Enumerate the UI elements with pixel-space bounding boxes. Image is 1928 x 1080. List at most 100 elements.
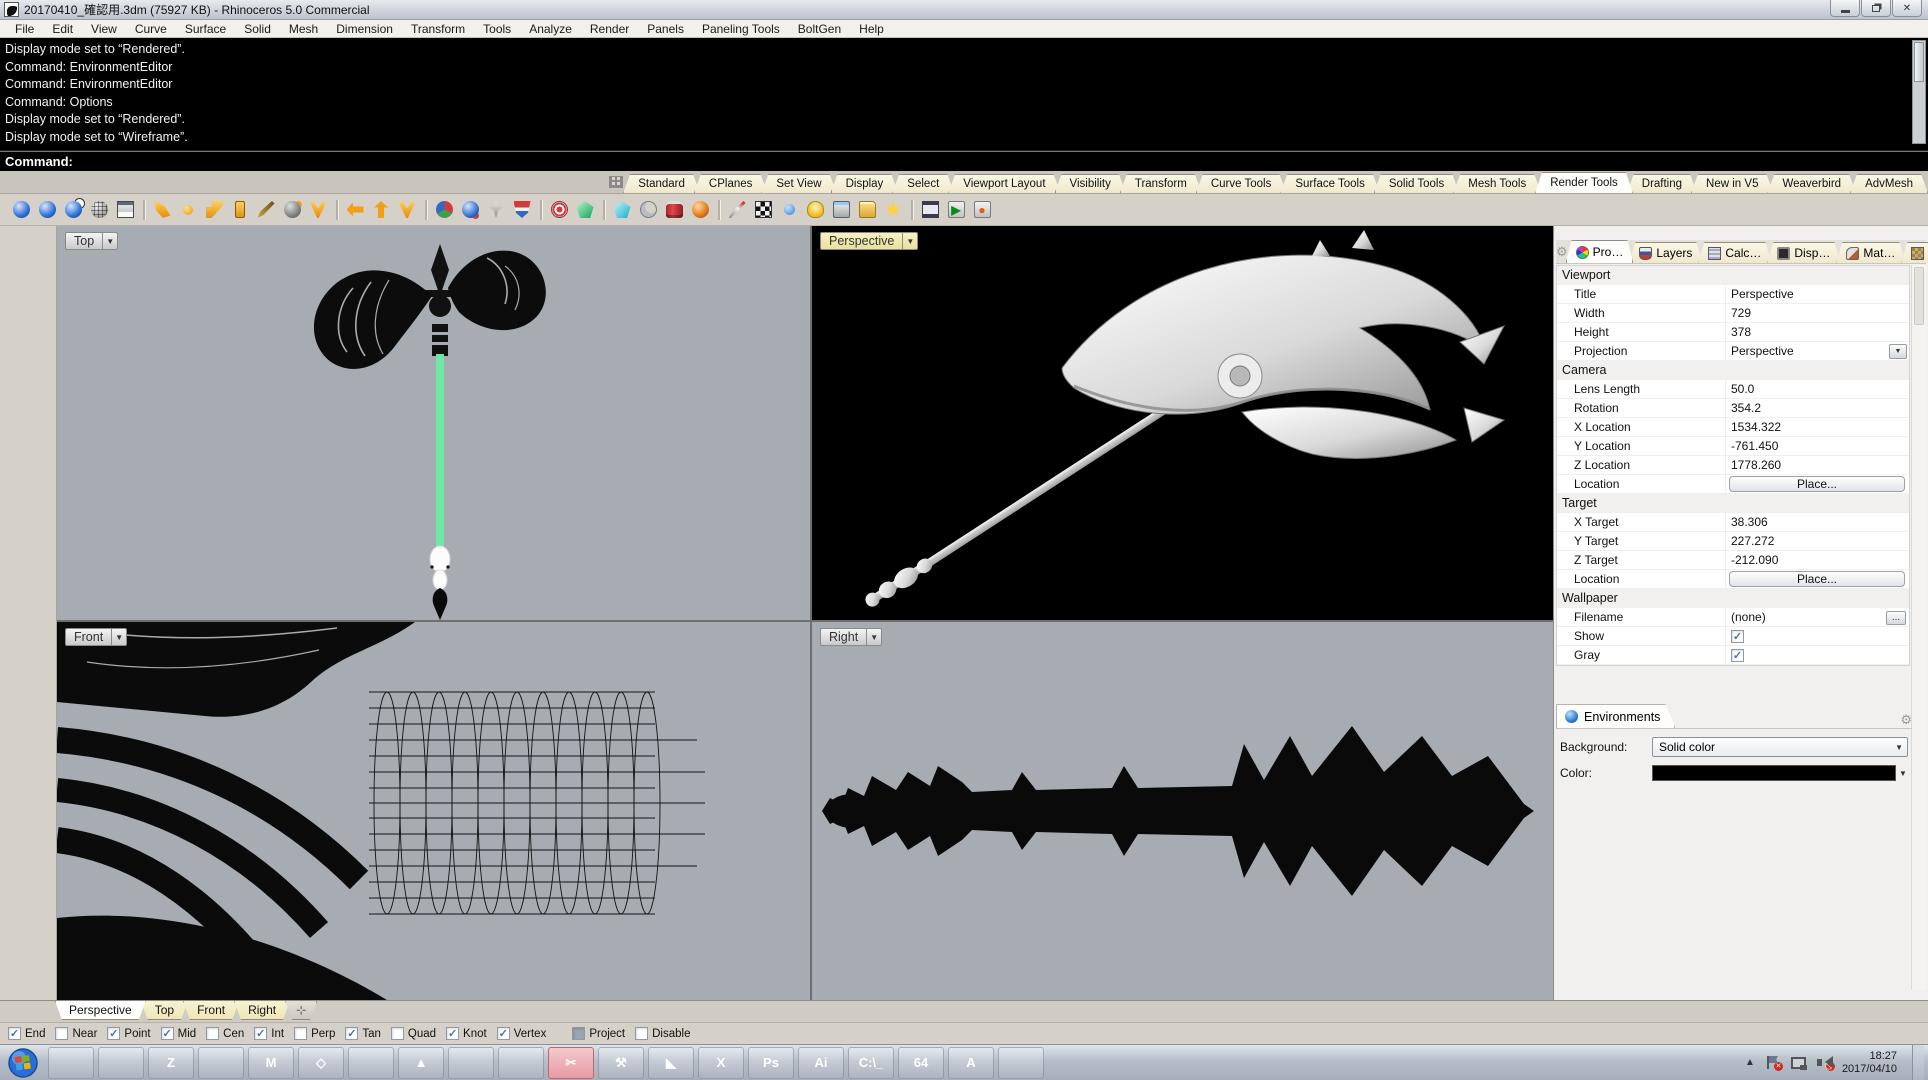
toolbar-tab[interactable]: CPlanes (694, 174, 767, 193)
separator[interactable] (140, 199, 147, 221)
render-settings-icon[interactable] (62, 199, 84, 221)
wireframe-sphere-icon[interactable] (88, 199, 110, 221)
acrobat-icon[interactable]: ▲ (398, 1047, 444, 1079)
sphere-2d-icon[interactable] (1, 427, 25, 448)
metasequoia-icon[interactable]: ✂ (548, 1047, 594, 1079)
rhino-icon[interactable] (198, 1047, 244, 1079)
cone-arrow-icon[interactable] (151, 199, 173, 221)
viewport-title-button[interactable]: Perspective (820, 232, 903, 250)
viewport-title-button[interactable]: Top (65, 232, 103, 250)
toolbar-tab[interactable]: Render Tools (1535, 172, 1633, 193)
toolbar-tab[interactable]: Weaverbird (1767, 174, 1856, 193)
helicopter-alt-icon[interactable] (1, 508, 25, 529)
menu-item[interactable]: Curve (126, 22, 176, 36)
render-preview-icon[interactable] (36, 199, 58, 221)
truck-icon[interactable] (1, 292, 25, 313)
osnap-toggle[interactable]: Quad (391, 1027, 436, 1040)
menu-item[interactable]: Dimension (327, 22, 402, 36)
menu-item[interactable]: Solid (235, 22, 280, 36)
rect-light-icon[interactable] (229, 199, 251, 221)
action-center-flag-icon[interactable]: ✕ (1764, 1055, 1781, 1070)
menu-item[interactable]: View (82, 22, 126, 36)
toolbar-tab[interactable]: Display (831, 174, 899, 193)
viewport-title-button[interactable]: Front (65, 628, 112, 646)
place-button[interactable]: Place... (1729, 476, 1905, 492)
material-sphere-icon[interactable] (459, 199, 481, 221)
command-history[interactable]: Display mode set to “Rendered”.Command: … (0, 38, 1928, 150)
zbrush-icon[interactable]: Z (148, 1047, 194, 1079)
osnap-checkbox[interactable] (635, 1027, 648, 1040)
property-value[interactable]: 227.272 (1726, 534, 1774, 548)
car-side-icon[interactable] (29, 346, 53, 367)
separator[interactable] (333, 199, 340, 221)
viewport-perspective[interactable]: Perspective ▼ (812, 226, 1553, 620)
panel-gear-icon[interactable]: ⚙ (1556, 244, 1568, 260)
osnap-toggle[interactable]: Mid (161, 1027, 197, 1040)
separator[interactable] (908, 199, 915, 221)
viewport-page-tab[interactable]: Top (141, 1001, 188, 1020)
paint-hand-icon[interactable] (1, 265, 25, 286)
property-checkbox[interactable] (1731, 649, 1744, 662)
restore-button[interactable] (1861, 0, 1891, 17)
separator[interactable] (715, 199, 722, 221)
osnap-checkbox[interactable] (345, 1027, 358, 1040)
viewport-top[interactable]: Top ▼ (57, 226, 810, 620)
orange-sphere-icon[interactable] (689, 199, 711, 221)
calculator-icon[interactable] (498, 1047, 544, 1079)
viewport-menu-arrow-icon[interactable]: ▼ (903, 232, 918, 250)
network-icon[interactable] (1790, 1055, 1807, 1070)
dropdown-arrow-icon[interactable]: ▼ (1889, 344, 1907, 359)
environments-gear-icon[interactable]: ⚙ (1900, 712, 1912, 728)
toolbar-tab[interactable]: Viewport Layout (948, 174, 1060, 193)
tray-expand-icon[interactable]: ▲ (1745, 1057, 1755, 1068)
tab-properties[interactable]: Pro… (1566, 240, 1634, 263)
save-icon[interactable] (29, 265, 53, 286)
separator[interactable] (537, 199, 544, 221)
viewport-page-tab[interactable]: Right (234, 1001, 290, 1020)
toolbar-tab[interactable]: Curve Tools (1196, 174, 1287, 193)
menu-item[interactable]: Edit (43, 22, 82, 36)
background-color-swatch[interactable] (1652, 765, 1896, 781)
zoom-extents-icon[interactable] (1, 589, 25, 610)
airplane-icon[interactable] (29, 454, 53, 475)
property-value[interactable]: 1778.260 (1726, 458, 1781, 472)
point-light-icon[interactable] (177, 199, 199, 221)
minimize-button[interactable] (1830, 0, 1860, 17)
panel-scrollbar[interactable] (1911, 265, 1926, 990)
toolbar-tab[interactable]: Transform (1120, 174, 1202, 193)
property-value[interactable]: Perspective (1726, 287, 1794, 301)
red-triangle-app-icon[interactable]: ◣ (648, 1047, 694, 1079)
command-history-scrollbar[interactable] (1912, 40, 1926, 144)
show-desktop-button[interactable] (1912, 1045, 1924, 1080)
unity-icon[interactable]: ◇ (298, 1047, 344, 1079)
osnap-toggle[interactable]: Knot (446, 1027, 487, 1040)
viewport-right[interactable]: Right ▼ (812, 622, 1553, 1000)
spray-can-icon[interactable] (29, 319, 53, 340)
toolbar-tab[interactable]: Drafting (1627, 174, 1697, 193)
viewport-front[interactable]: Front ▼ (57, 622, 810, 1000)
close-button[interactable]: ✕ (1892, 0, 1922, 17)
zoom-target-icon[interactable] (29, 562, 53, 583)
start-button[interactable] (7, 1047, 39, 1079)
viewport-menu-arrow-icon[interactable]: ▼ (103, 232, 118, 250)
osnap-checkbox[interactable] (391, 1027, 404, 1040)
property-value[interactable]: -761.450 (1726, 439, 1778, 453)
helicopter-icon[interactable] (29, 481, 53, 502)
pinwheel-app-icon[interactable] (998, 1047, 1044, 1079)
zoom-window-icon[interactable] (29, 535, 53, 556)
menu-item[interactable]: Tools (474, 22, 520, 36)
dark-canister-icon[interactable] (1, 346, 25, 367)
toolbar-tab[interactable]: Standard (623, 174, 700, 193)
speaker-muted-icon[interactable]: ⃠ (1816, 1055, 1833, 1070)
blue-dot-icon[interactable] (778, 199, 800, 221)
illustrator-icon[interactable]: Ai (798, 1047, 844, 1079)
viewport-page-tab[interactable]: ⊹ (285, 1001, 317, 1020)
spot-cone-icon[interactable] (396, 199, 418, 221)
target-sphere-icon[interactable] (548, 199, 570, 221)
tab-environments[interactable]: Environments (1556, 704, 1675, 728)
material-pin-icon[interactable] (485, 199, 507, 221)
shield-sphere-icon[interactable] (511, 199, 533, 221)
toolbar-options-icon[interactable] (609, 176, 623, 188)
move-scale-icon[interactable] (29, 238, 53, 259)
press-machine-icon[interactable] (29, 427, 53, 448)
